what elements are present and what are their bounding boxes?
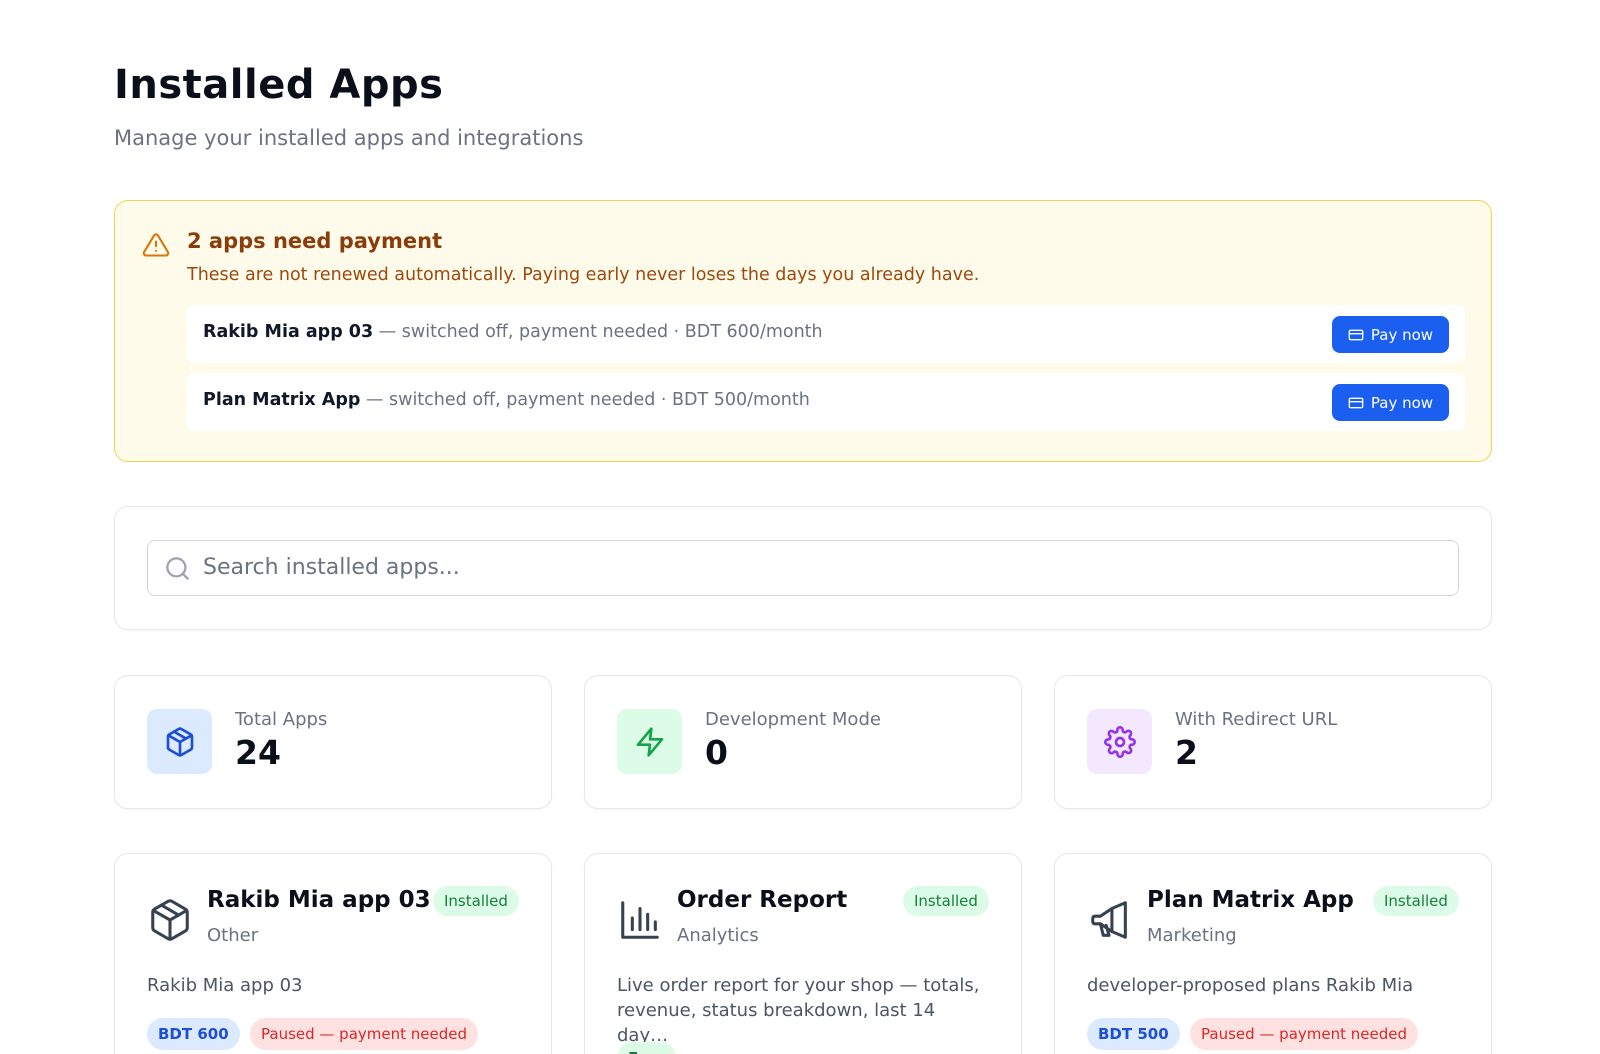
status-badge: Installed xyxy=(433,886,519,916)
credit-card-icon xyxy=(1348,329,1364,340)
credit-card-icon xyxy=(1348,397,1364,408)
stat-label: With Redirect URL xyxy=(1175,709,1338,730)
app-card[interactable]: Plan Matrix App Installed Marketing deve… xyxy=(1054,853,1492,1054)
lightning-icon xyxy=(636,726,663,757)
paused-badge: Paused — payment needed xyxy=(1190,1018,1418,1050)
paused-badge: Paused — payment needed xyxy=(250,1018,478,1050)
price-badge: Free xyxy=(617,1042,677,1054)
stat-value: 2 xyxy=(1175,733,1198,772)
pay-now-label: Pay now xyxy=(1370,393,1434,412)
alert-title: 2 apps need payment xyxy=(187,229,443,253)
stat-label: Development Mode xyxy=(705,709,881,730)
payment-alert: 2 apps need payment These are not renewe… xyxy=(114,200,1492,462)
stat-label: Total Apps xyxy=(235,709,328,730)
stat-value: 24 xyxy=(235,733,281,772)
app-name: Order Report xyxy=(677,887,848,913)
payment-item-name: Rakib Mia app 03 xyxy=(203,322,374,342)
search-box xyxy=(147,540,1459,596)
pay-now-label: Pay now xyxy=(1370,325,1434,344)
search-card xyxy=(114,506,1492,630)
pay-now-button[interactable]: Pay now xyxy=(1332,384,1449,421)
alert-description: These are not renewed automatically. Pay… xyxy=(187,265,980,285)
app-category: Marketing xyxy=(1147,925,1237,946)
status-badge: Installed xyxy=(903,886,989,916)
box-icon xyxy=(166,726,193,757)
status-badge: Installed xyxy=(1373,886,1459,916)
app-description: Live order report for your shop — totals… xyxy=(617,975,980,1046)
page-subtitle: Manage your installed apps and integrati… xyxy=(114,126,584,150)
stat-value: 0 xyxy=(705,733,728,772)
gear-icon xyxy=(1103,725,1136,758)
app-description: developer-proposed plans Rakib Mia xyxy=(1087,975,1414,996)
page-title: Installed Apps xyxy=(114,62,444,108)
app-name: Plan Matrix App xyxy=(1147,887,1354,913)
box-icon xyxy=(151,899,189,941)
price-badge: BDT 500 xyxy=(1087,1018,1180,1050)
app-name: Rakib Mia app 03 xyxy=(207,887,431,913)
app-card[interactable]: Rakib Mia app 03 Installed Other Rakib M… xyxy=(114,853,552,1054)
stat-total-apps: Total Apps 24 xyxy=(114,675,552,809)
payment-item: Plan Matrix App — switched off, payment … xyxy=(187,373,1465,431)
payment-item-detail: — switched off, payment needed · BDT 600… xyxy=(373,322,823,342)
megaphone-icon xyxy=(1091,901,1127,939)
search-icon xyxy=(166,557,189,580)
payment-item-name: Plan Matrix App xyxy=(203,390,361,410)
app-description: Rakib Mia app 03 xyxy=(147,975,303,996)
app-card[interactable]: Order Report Installed Analytics Live or… xyxy=(584,853,1022,1054)
app-category: Other xyxy=(207,925,259,946)
payment-item: Rakib Mia app 03 — switched off, payment… xyxy=(187,305,1465,363)
stat-redirect-url: With Redirect URL 2 xyxy=(1054,675,1492,809)
price-badge: BDT 600 xyxy=(147,1018,240,1050)
warning-triangle-icon xyxy=(142,233,170,257)
search-input[interactable] xyxy=(203,541,1443,594)
pay-now-button[interactable]: Pay now xyxy=(1332,316,1449,353)
stat-development-mode: Development Mode 0 xyxy=(584,675,1022,809)
bar-chart-icon xyxy=(621,901,659,939)
app-category: Analytics xyxy=(677,925,759,946)
payment-item-detail: — switched off, payment needed · BDT 500… xyxy=(360,390,810,410)
